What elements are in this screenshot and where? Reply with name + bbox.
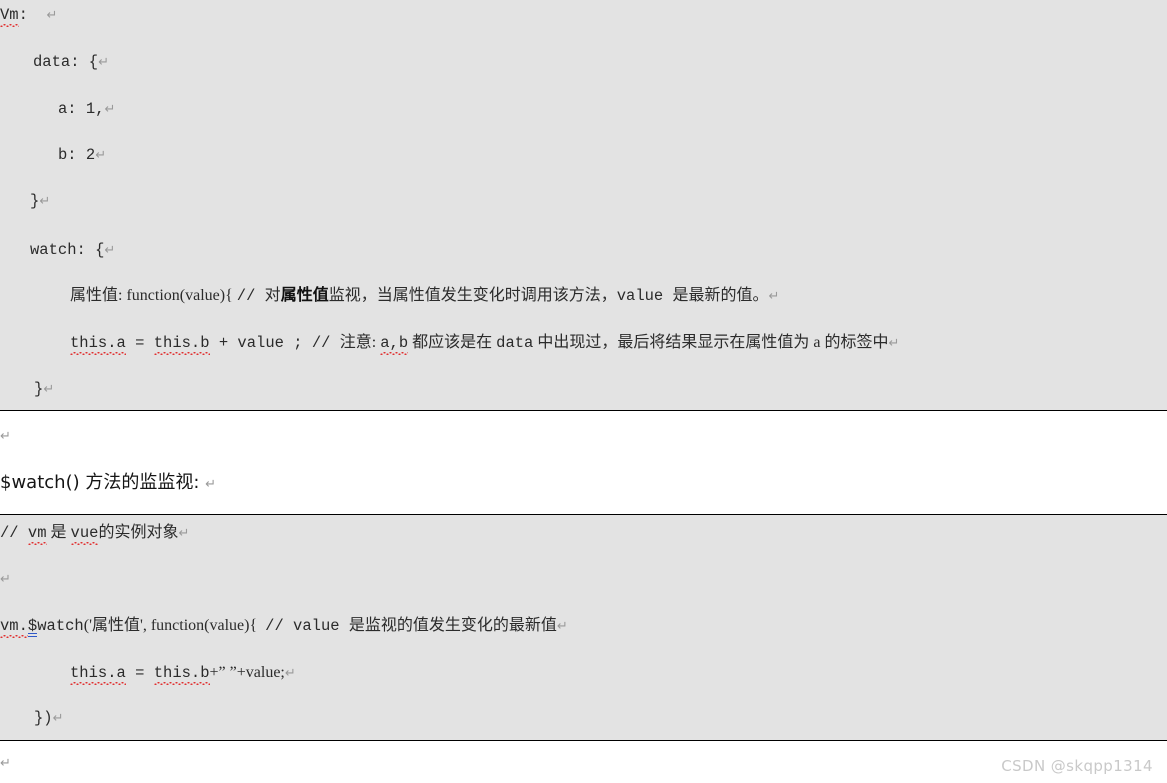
- blank-paragraph-1: ↵: [0, 428, 11, 444]
- code-line-assignment: this.a = this.b + value ; // 注意: a,b 都应该…: [70, 334, 900, 354]
- spellcheck-this-a: this.a: [70, 664, 126, 684]
- spellcheck-this-b: this.b: [153, 334, 210, 354]
- code-text-op1: =: [125, 334, 154, 352]
- code-text-watch-close: }: [34, 380, 44, 398]
- pilcrow-mark: ↵: [556, 619, 568, 634]
- pilcrow-mark: ↵: [0, 756, 11, 771]
- code-line-vm-comment: // vm 是 vue的实例对象↵: [0, 524, 190, 544]
- code-text-cjk-end: 是最新的值。: [672, 287, 769, 304]
- code-text-a: a: 1,: [58, 100, 105, 118]
- code-text-watch-open: watch: {: [30, 241, 105, 259]
- pilcrow-mark: ↵: [178, 526, 190, 541]
- pilcrow-mark: ↵: [888, 336, 900, 351]
- code-text-close: }): [34, 709, 53, 727]
- code-line-assign: this.a = this.b+” ”+value;↵: [70, 664, 296, 684]
- code-text-dollar: $: [27, 617, 38, 635]
- spellcheck-vm-dot: vm.: [0, 617, 28, 637]
- pilcrow-mark: ↵: [205, 477, 217, 492]
- code-text-note-mid: 都应该是在: [408, 334, 497, 351]
- code-text-comment-slash: //: [265, 617, 294, 635]
- pilcrow-mark: ↵: [284, 666, 296, 681]
- spellcheck-this-b: this.b: [153, 664, 210, 684]
- code-text-cjk-bold: 属性值: [280, 287, 329, 304]
- document-page: Vm: ↵ data: {↵ a: 1,↵ b: 2↵ }↵ watch: {↵…: [0, 0, 1167, 783]
- code-text-comment-slash: //: [236, 287, 265, 305]
- vm-dollar-watch-code-block: // vm 是 vue的实例对象↵ ↵ vm.$watch('属性值', fun…: [0, 514, 1167, 741]
- code-text-cjk-post: 监视，当属性值发生变化时调用该方法，: [328, 287, 617, 304]
- code-text-cjk-1: 是: [46, 524, 71, 541]
- pilcrow-mark: ↵: [768, 289, 780, 304]
- code-text-property-head: 属性值: function(value){: [70, 287, 237, 304]
- heading-text: $watch() 方法的监监视:: [0, 472, 200, 493]
- code-text-op2: + value ;: [209, 334, 312, 352]
- code-text-cjk-2: 的实例对象: [98, 524, 179, 541]
- code-text-comment-slash: //: [0, 524, 28, 542]
- code-text-value-token: value: [616, 287, 673, 305]
- code-line-b: b: 2↵: [58, 146, 107, 164]
- code-text-data-close: }: [30, 192, 40, 210]
- code-text-note-pre: 注意:: [339, 334, 381, 351]
- pilcrow-mark: ↵: [98, 55, 110, 70]
- code-line-data-open: data: {↵: [33, 53, 110, 71]
- code-text-assign-tail: +” ”+value;: [209, 664, 285, 681]
- code-line-vm: Vm: ↵: [0, 6, 58, 26]
- smarttag-dollar-watch: $: [27, 617, 38, 636]
- pilcrow-mark: ↵: [104, 102, 116, 117]
- code-text-note-post: 中出现过，最后将结果显示在属性值为 a 的标签中: [533, 334, 889, 351]
- code-text-op1: =: [125, 664, 154, 682]
- csdn-watermark: CSDN @skqpp1314: [1001, 757, 1153, 775]
- spellcheck-vm: Vm: [0, 6, 19, 26]
- code-text-data-open: data: {: [33, 53, 99, 71]
- code-text-data-token: data: [496, 334, 534, 352]
- blank-paragraph-2: ↵: [0, 755, 11, 771]
- pilcrow-mark: ↵: [52, 711, 64, 726]
- pilcrow-mark: ↵: [0, 572, 11, 587]
- pilcrow-mark: ↵: [104, 243, 116, 258]
- code-line-watch-call: vm.$watch('属性值', function(value){ // val…: [0, 617, 568, 637]
- spellcheck-vue: vue: [70, 524, 99, 544]
- pilcrow-mark: ↵: [95, 148, 107, 163]
- code-text-args: ('属性值', function(value){: [83, 617, 266, 634]
- code-line-watch-close: }↵: [34, 380, 55, 398]
- blank-code-line: ↵: [0, 572, 11, 588]
- code-line-close-call: })↵: [34, 709, 64, 727]
- spellcheck-vm: vm: [27, 524, 47, 544]
- code-line-data-close: }↵: [30, 192, 51, 210]
- spellcheck-ab: a,b: [380, 334, 409, 354]
- spellcheck-this-a: this.a: [70, 334, 126, 354]
- code-line-property-watcher: 属性值: function(value){ // 对属性值监视，当属性值发生变化…: [70, 288, 779, 305]
- code-text-watch: watch: [37, 617, 84, 635]
- pilcrow-mark: ↵: [46, 8, 58, 23]
- pilcrow-mark: ↵: [0, 429, 11, 444]
- code-line-a: a: 1,↵: [58, 100, 116, 118]
- pilcrow-mark: ↵: [43, 382, 55, 397]
- pilcrow-mark: ↵: [39, 194, 51, 209]
- code-text-b: b: 2: [58, 146, 96, 164]
- vm-watch-option-code-block: Vm: ↵ data: {↵ a: 1,↵ b: 2↵ }↵ watch: {↵…: [0, 0, 1167, 411]
- code-text-cjk-pre: 对: [264, 287, 281, 304]
- code-text-comment-cjk: 是监视的值发生变化的最新值: [348, 617, 557, 634]
- code-text-comment-code: value: [293, 617, 349, 635]
- code-text-comment-slash: //: [311, 334, 340, 352]
- watch-method-heading: $watch() 方法的监监视: ↵: [0, 474, 216, 492]
- code-line-watch-open: watch: {↵: [30, 241, 116, 259]
